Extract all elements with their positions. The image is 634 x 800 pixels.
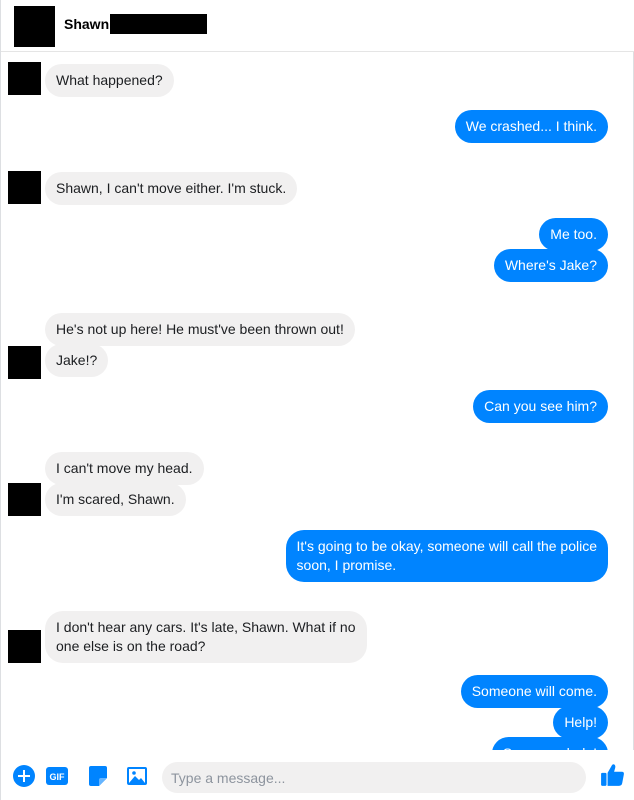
gif-icon-label: GIF [50,772,66,782]
message-thread[interactable]: What happened? We crashed... I think. Sh… [1,52,634,750]
gif-icon[interactable]: GIF [45,764,69,788]
incoming-message[interactable]: I'm scared, Shawn. [45,483,186,516]
sticker-icon[interactable] [86,764,110,788]
incoming-message[interactable]: What happened? [45,64,174,97]
sender-avatar[interactable] [8,346,41,379]
incoming-message[interactable]: I don't hear any cars. It's late, Shawn.… [45,611,367,663]
image-icon[interactable] [125,764,149,788]
outgoing-message[interactable]: It's going to be okay, someone will call… [285,530,608,582]
sender-avatar[interactable] [8,62,41,95]
plus-icon[interactable] [12,764,36,788]
chat-window: Shawn What happened? We crashed... I thi… [0,0,634,800]
incoming-message[interactable]: Shawn, I can't move either. I'm stuck. [45,172,298,205]
incoming-message[interactable]: Jake!? [45,344,109,377]
chat-header: Shawn [1,0,634,52]
sender-avatar[interactable] [8,483,41,516]
sender-avatar[interactable] [8,171,41,204]
outgoing-message[interactable]: Someone help! [491,737,608,750]
redacted-surname [110,14,207,34]
outgoing-message[interactable]: We crashed... I think. [454,110,608,143]
message-input[interactable] [171,762,551,793]
contact-avatar[interactable] [14,6,55,47]
outgoing-message[interactable]: Where's Jake? [493,249,608,282]
outgoing-message[interactable]: Help! [553,706,608,739]
message-input-wrapper [162,762,586,793]
outgoing-message[interactable]: Can you see him? [473,390,608,423]
incoming-message[interactable]: I can't move my head. [45,452,204,485]
sender-avatar[interactable] [8,630,41,663]
outgoing-message[interactable]: Me too. [539,218,608,251]
incoming-message[interactable]: He's not up here! He must've been thrown… [45,313,355,346]
outgoing-message[interactable]: Someone will come. [460,675,608,708]
contact-name[interactable]: Shawn [64,16,109,32]
thumbs-up-icon[interactable] [600,762,626,788]
